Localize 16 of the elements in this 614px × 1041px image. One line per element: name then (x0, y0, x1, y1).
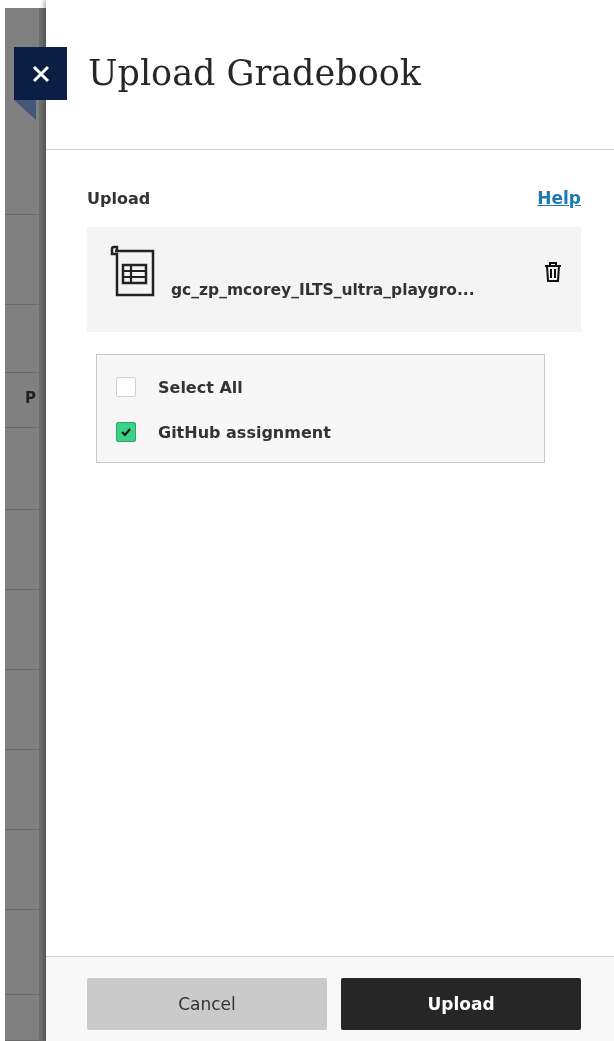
checkbox-label: Select All (158, 377, 243, 397)
help-link[interactable]: Help (537, 188, 581, 208)
checkbox[interactable] (116, 377, 136, 397)
section-label: Upload (87, 188, 151, 208)
check-icon (120, 426, 132, 438)
panel-title: Upload Gradebook (88, 52, 421, 93)
cancel-button[interactable]: Cancel (87, 978, 327, 1030)
trash-icon[interactable] (543, 260, 563, 283)
ribbon-fold (14, 100, 36, 120)
checkbox-label: GitHub assignment (158, 422, 331, 442)
page-text: P (25, 389, 36, 407)
file-name: gc_zp_mcorey_ILTS_ultra_playgro... (171, 280, 475, 299)
close-button[interactable] (14, 47, 67, 100)
upload-button[interactable]: Upload (341, 978, 581, 1030)
close-icon (30, 63, 51, 84)
checkbox[interactable] (116, 422, 136, 442)
